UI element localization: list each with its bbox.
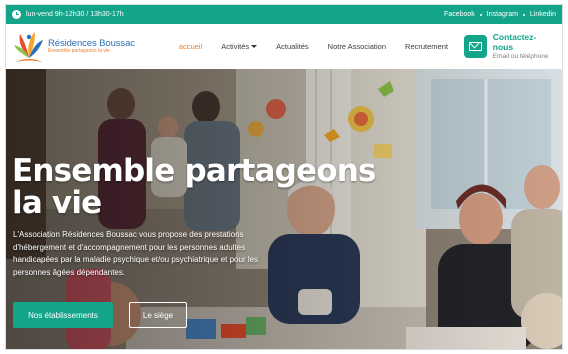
nav-item-actualites[interactable]: Actualités — [276, 42, 309, 51]
facebook-link[interactable]: Facebook — [444, 11, 475, 18]
nos-etablissements-button[interactable]: Nos établissements — [13, 302, 113, 328]
top-bar: lun-vend 9h-12h30 / 13h30-17h Facebook I… — [6, 5, 562, 24]
instagram-link[interactable]: Instagram — [487, 11, 518, 18]
nav-item-accueil[interactable]: accueil — [179, 42, 202, 51]
separator-dot — [479, 13, 482, 16]
logo-name: Résidences Boussac — [48, 37, 135, 49]
hero-title: Ensemble partageons la vie — [12, 155, 376, 219]
nav-item-activites[interactable]: Activités — [221, 42, 258, 51]
hero-description: L'Association Résidences Boussac vous pr… — [13, 230, 259, 277]
chevron-down-icon — [251, 45, 258, 48]
contact-button[interactable]: Contactez-nous Email ou téléphone — [463, 32, 556, 61]
opening-hours: lun-vend 9h-12h30 / 13h30-17h — [12, 10, 124, 19]
contact-subtitle: Email ou téléphone — [492, 53, 549, 61]
opening-hours-text: lun-vend 9h-12h30 / 13h30-17h — [26, 11, 124, 18]
hero-title-line-2: la vie — [12, 185, 102, 221]
clock-icon — [12, 10, 21, 19]
le-siege-button[interactable]: Le siège — [129, 302, 187, 328]
logo-tagline: Ensemble partageons la vie — [48, 48, 110, 55]
nav-item-association[interactable]: Notre Association — [328, 42, 386, 51]
hero-section: Ensemble partageons la vie L'Association… — [6, 69, 562, 349]
hero-title-line-1: Ensemble partageons — [12, 153, 376, 189]
site-header: Résidences Boussac Ensemble partageons l… — [6, 24, 562, 69]
website-frame: lun-vend 9h-12h30 / 13h30-17h Facebook I… — [5, 4, 563, 350]
logo-mark-icon — [12, 28, 46, 66]
contact-text: Contactez-nous Email ou téléphone — [493, 32, 556, 61]
linkedin-link[interactable]: Linkedin — [530, 11, 556, 18]
nav-item-recrutement[interactable]: Recrutement — [405, 42, 448, 51]
social-links: Facebook Instagram Linkedin — [444, 11, 556, 18]
logo-text: Résidences Boussac Ensemble partageons l… — [48, 39, 135, 55]
contact-title: Contactez-nous — [492, 31, 537, 53]
mail-icon — [463, 35, 487, 58]
site-logo[interactable]: Résidences Boussac Ensemble partageons l… — [12, 28, 161, 66]
separator-dot — [522, 13, 525, 16]
nav-item-activites-label: Activités — [221, 42, 250, 51]
main-nav: accueil Activités Actualités Notre Assoc… — [179, 42, 467, 51]
